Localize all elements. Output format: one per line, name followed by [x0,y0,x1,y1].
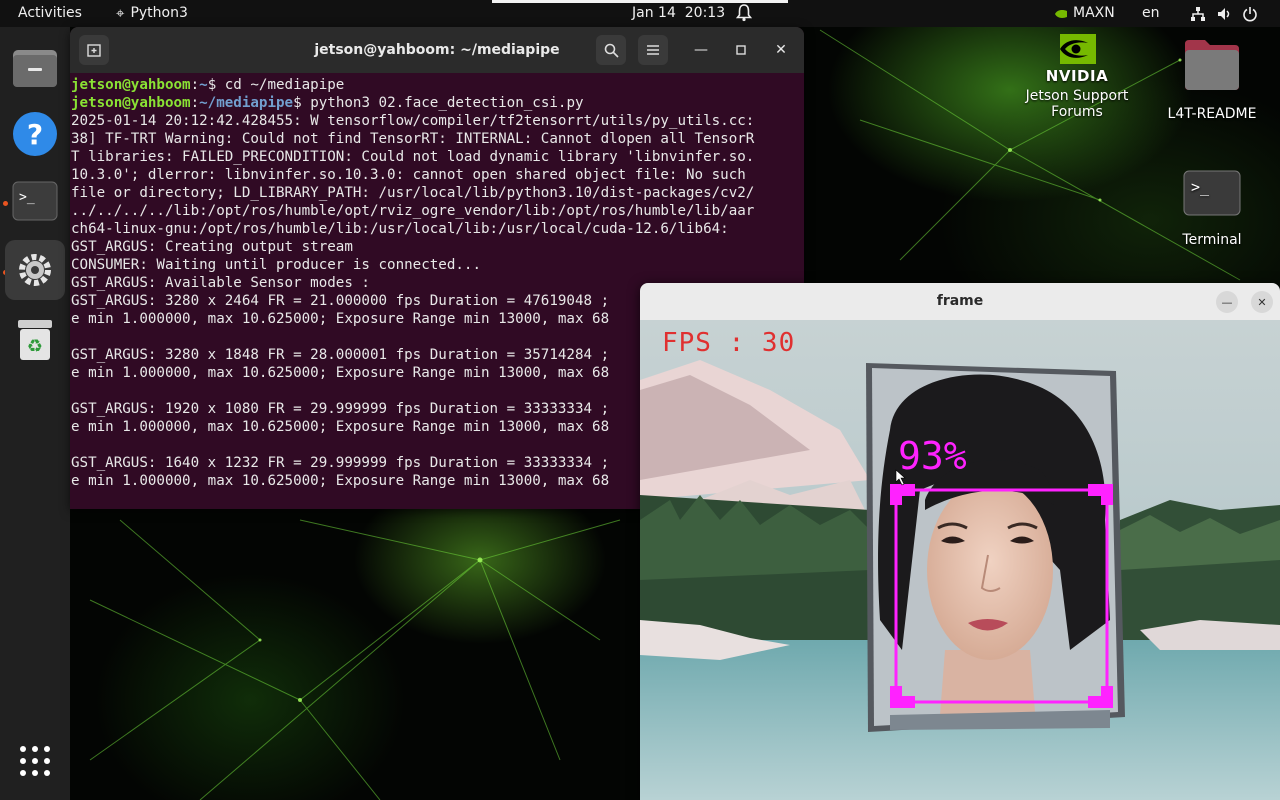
terminal-output-line: 2025-01-14 20:12:42.428455: W tensorflow… [71,113,755,129]
terminal-output-line: GST_ARGUS: Creating output stream [71,239,353,255]
prompt-path: ~/mediapipe [199,95,294,111]
nvidia-wordmark: NVIDIA [1045,67,1109,85]
camera-preview: FPS : 30 93% [640,320,1280,800]
close-button[interactable]: ✕ [766,35,796,65]
system-tray[interactable] [1190,0,1258,27]
power-icon [1243,6,1257,21]
prompt-path: ~ [199,77,208,93]
desktop-icon-l4t-readme[interactable]: L4T-README [1157,38,1267,122]
close-icon: ✕ [1257,295,1267,309]
prompt-separator: : [190,95,200,111]
frame-title: frame [936,293,984,309]
show-apps-button[interactable] [5,731,65,791]
fps-overlay: FPS : 30 [662,328,796,358]
activities-button[interactable]: Activities [18,0,82,27]
settings-icon [19,254,51,286]
dock-terminal[interactable]: >_ [5,171,65,231]
power-mode-indicator[interactable]: MAXN [1054,0,1115,27]
camera-scene [640,320,1280,800]
desktop-icon-label: Terminal [1182,232,1242,248]
trash-icon: ♻ [18,320,52,360]
prompt-user: jetson@yahboom [71,95,191,111]
hamburger-icon [647,45,659,55]
dock-settings[interactable] [5,240,65,300]
terminal-output-line: CONSUMER: Waiting until producer is conn… [71,257,481,273]
maximize-button[interactable] [726,35,756,65]
terminal-output-line: ch64-linux-gnu:/opt/ros/humble/lib:/usr/… [71,221,729,237]
frame-header-bar[interactable]: frame — ✕ [640,283,1280,320]
svg-text:>_: >_ [1191,178,1210,196]
search-button[interactable] [596,35,626,65]
dock-help[interactable]: ? [5,104,65,164]
top-bar: Activities ⌖ Python3 Jan 14 20:13 MAXN e… [0,0,1280,27]
terminal-icon: >_ [12,181,58,221]
python-app-icon: ⌖ [116,4,125,22]
desktop-icon-label: Forums [1051,104,1103,120]
prompt-line: jetson@yahboom:~$ cd ~/mediapipe [71,76,803,94]
desktop-icon-terminal[interactable]: >_ Terminal [1157,170,1267,248]
close-icon: ✕ [775,42,787,58]
nvidia-logo-icon [1060,34,1096,64]
prompt-command: $ cd ~/mediapipe [207,77,345,93]
dock-trash[interactable]: ♻ [5,310,65,370]
minimize-icon: — [1221,295,1233,309]
prompt-line: jetson@yahboom:~/mediapipe$ python3 02.f… [71,94,803,112]
dock: ? >_ ♻ [0,27,70,800]
folder-icon [13,50,57,87]
terminal-icon: >_ [1183,170,1241,216]
network-icon [1191,6,1205,21]
desktop-icon-label: Jetson Support [1025,88,1129,104]
clock-date: Jan 14 [632,5,676,21]
terminal-output-line: 38] TF-TRT Warning: Could not find Tenso… [71,131,755,147]
search-icon [604,43,619,58]
terminal-header-bar[interactable]: jetson@yahboom: ~/mediapipe — ✕ [70,27,804,73]
language-indicator[interactable]: en [1142,0,1160,27]
terminal-output-line: 10.3.0'; dlerror: libnvinfer.so.10.3.0: … [71,167,746,183]
menu-button[interactable] [638,35,668,65]
app-menu[interactable]: ⌖ Python3 [116,0,188,27]
clock-time: 20:13 [684,5,726,21]
volume-icon [1218,7,1230,20]
svg-text:?: ? [27,118,43,151]
detection-score-overlay: 93% [898,434,967,478]
dock-files[interactable] [5,37,65,97]
app-menu-label: Python3 [130,5,188,21]
prompt-command: $ python3 02.face_detection_csi.py [293,95,584,111]
svg-text:>_: >_ [19,190,35,205]
prompt-separator: : [190,77,200,93]
maximize-icon [736,45,746,55]
folder-icon [1185,40,1239,90]
terminal-output-line: ../../../../lib:/opt/ros/humble/opt/rviz… [71,203,755,219]
notification-bell-icon[interactable] [735,4,753,22]
terminal-output-line: file or directory; LD_LIBRARY_PATH: /usr… [71,185,755,201]
frame-close-button[interactable]: ✕ [1251,291,1273,313]
nvidia-small-icon [1055,9,1067,18]
desktop-icon-jetson-forums[interactable]: NVIDIA Jetson Support Forums [1017,33,1137,120]
desktop-icon-label: L4T-README [1167,106,1257,122]
app-grid-icon [20,746,50,776]
minimize-icon: — [694,42,708,58]
minimize-button[interactable]: — [686,35,716,65]
frame-minimize-button[interactable]: — [1216,291,1238,313]
frame-window[interactable]: frame — ✕ FPS: 30 93% [640,283,1280,800]
prompt-user: jetson@yahboom [71,77,191,93]
svg-text:♻: ♻ [27,336,43,357]
terminal-output-line: T libraries: FAILED_PRECONDITION: Could … [71,149,755,165]
help-icon: ? [13,112,57,156]
power-mode-label: MAXN [1073,5,1115,21]
clock[interactable]: Jan 14 20:13 [632,0,725,27]
